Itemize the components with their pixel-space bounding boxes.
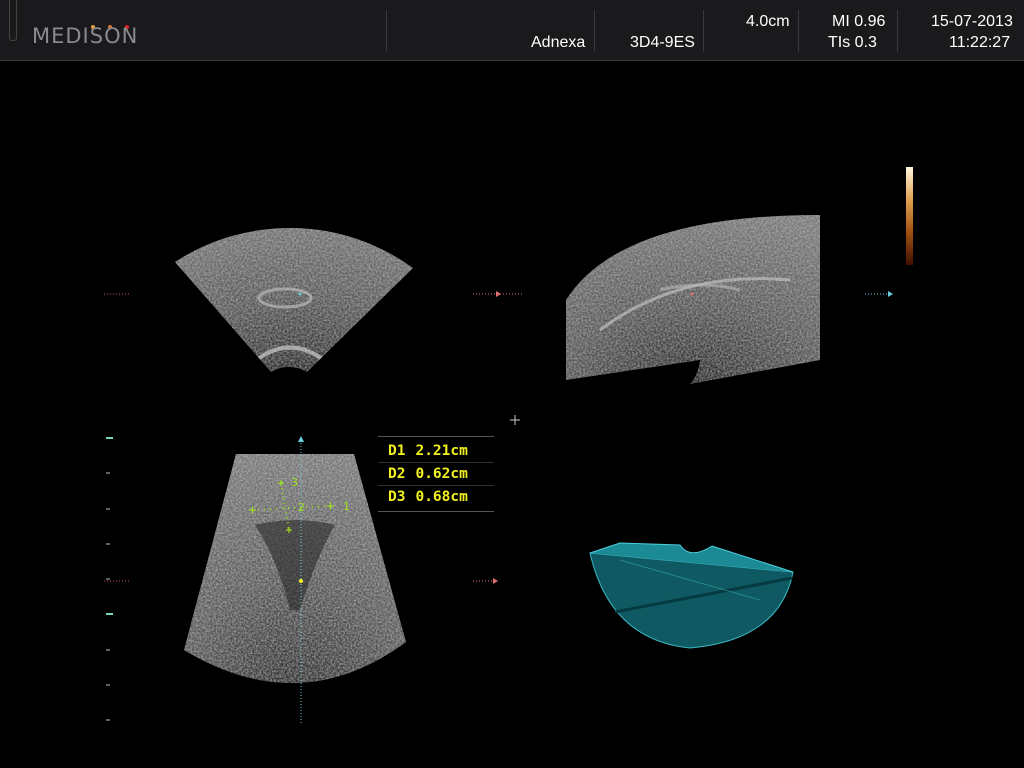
view-a-transverse[interactable] (170, 210, 420, 380)
caliper-label-2: 2 (298, 501, 305, 514)
measurement-d3: D3 0.68cm (388, 489, 468, 505)
measurement-d1: D1 2.21cm (378, 440, 494, 463)
render-3d-volume[interactable] (589, 542, 794, 649)
view-b-sagittal[interactable] (560, 210, 825, 390)
render-colormap-bar (906, 167, 913, 265)
depth-scale (106, 437, 113, 721)
measurement-results: D1 2.21cm D2 0.62cm D3 0.68cm (378, 436, 494, 512)
caliper-label-1: 1 (343, 500, 350, 513)
crosshair-cursor-icon (510, 415, 520, 425)
caliper-label-3: 3 (291, 476, 298, 489)
ultrasound-views: 1 2 3 (104, 210, 893, 724)
measurement-d2: D2 0.62cm (378, 463, 494, 486)
